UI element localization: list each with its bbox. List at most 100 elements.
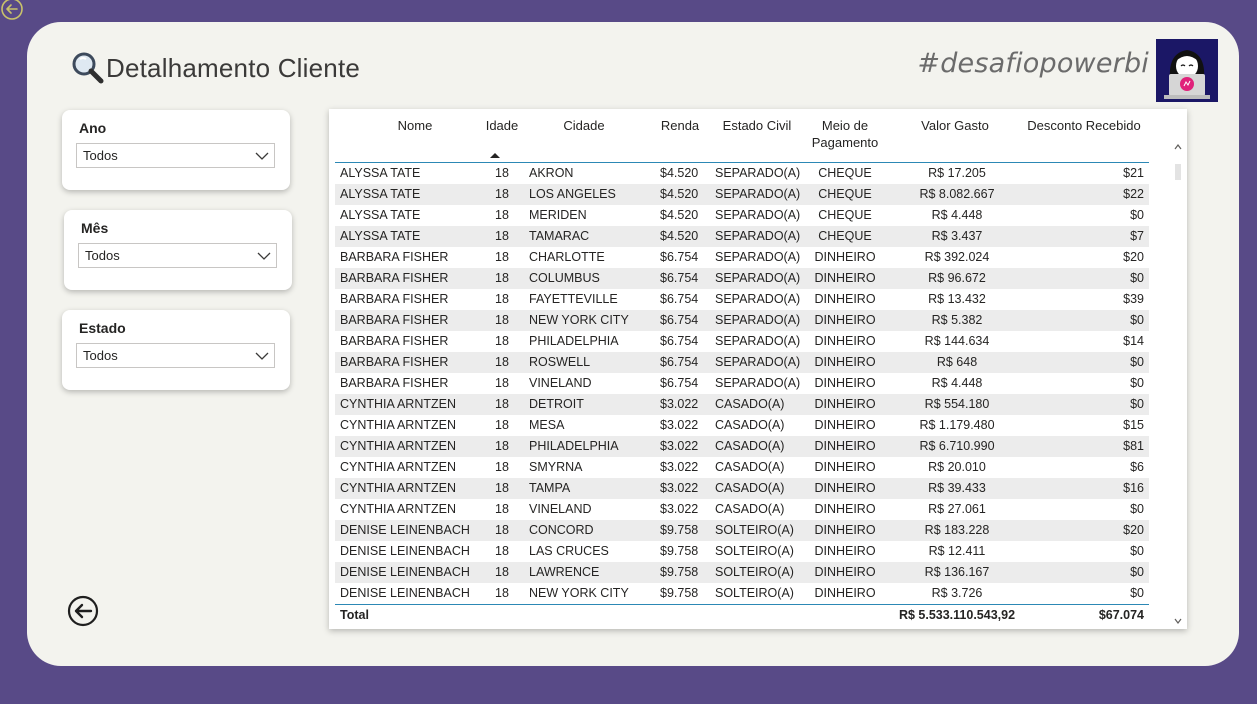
cell-cidade: CONCORD [529,523,594,537]
cell-nome: DENISE LEINENBACH [340,565,470,579]
scroll-thumb[interactable] [1175,164,1181,180]
cell-cidade: FAYETTEVILLE [529,292,618,306]
cell-meio-pagamento: DINHEIRO [814,565,876,579]
cell-desconto: $0 [1130,208,1144,222]
cell-meio-pagamento: DINHEIRO [814,292,876,306]
col-header-desconto[interactable]: Desconto Recebido [1020,117,1148,134]
cell-nome: BARBARA FISHER [340,271,449,285]
cell-estado-civil: SEPARADO(A) [715,271,801,285]
cell-meio-pagamento: CHEQUE [818,166,872,180]
table-row[interactable]: BARBARA FISHER 18 PHILADELPHIA $6.754 SEPARA… [335,331,1149,352]
cell-desconto: $6 [1130,460,1144,474]
cell-renda: $6.754 [660,250,699,264]
corner-back-arrow-icon[interactable] [0,0,24,24]
table-row[interactable]: BARBARA FISHER 18 VINELAND $6.754 SEPARADO(A… [335,373,1149,394]
cell-cidade: ROSWELL [529,355,591,369]
cell-desconto: $7 [1130,229,1144,243]
table-body: ALYSSA TATE 18 AKRON $4.520 SEPARADO(A) CHEQU… [335,163,1149,604]
filter-mes: Mês Todos [64,210,292,290]
filter-ano-label: Ano [79,120,107,136]
cell-valor-gasto: R$ 1.179.480 [919,418,995,432]
cell-valor-gasto: R$ 136.167 [924,565,990,579]
col-header-renda[interactable]: Renda [655,117,705,134]
col-header-valor-gasto[interactable]: Valor Gasto [905,117,1005,134]
cell-cidade: CHARLOTTE [529,250,605,264]
cell-desconto: $16 [1123,481,1144,495]
total-label: Total [340,608,369,622]
filter-estado-dropdown[interactable]: Todos [76,343,275,368]
col-header-meio-pagamento[interactable]: Meio de Pagamento [800,117,890,151]
cell-idade: 18 [495,271,509,285]
cell-valor-gasto: R$ 39.433 [928,481,986,495]
cell-idade: 18 [495,397,509,411]
cell-cidade: LAWRENCE [529,565,600,579]
table-row[interactable]: ALYSSA TATE 18 TAMARAC $4.520 SEPARADO(A) CHE… [335,226,1149,247]
scroll-down-icon[interactable] [1173,616,1183,626]
table-row[interactable]: DENISE LEINENBACH 18 CONCORD $9.758 SOLTEIRO… [335,520,1149,541]
table-row[interactable]: BARBARA FISHER 18 FAYETTEVILLE $6.754 SEPARA… [335,289,1149,310]
filter-ano-dropdown[interactable]: Todos [76,143,275,168]
cell-valor-gasto: R$ 8.082.667 [919,187,995,201]
cell-valor-gasto: R$ 12.411 [928,544,986,558]
table-row[interactable]: BARBARA FISHER 18 NEW YORK CITY $6.754 SEPAR… [335,310,1149,331]
table-row[interactable]: CYNTHIA ARNTZEN 18 SMYRNA $3.022 CASADO(A) DI… [335,457,1149,478]
col-header-estado-civil[interactable]: Estado Civil [715,117,799,134]
cell-renda: $4.520 [660,208,699,222]
cell-desconto: $15 [1123,418,1144,432]
cell-nome: DENISE LEINENBACH [340,586,470,600]
table-row[interactable]: BARBARA FISHER 18 ROSWELL $6.754 SEPARADO(A)… [335,352,1149,373]
chevron-down-icon [257,252,271,260]
filter-mes-dropdown[interactable]: Todos [78,243,277,268]
cell-idade: 18 [495,418,509,432]
cell-meio-pagamento: DINHEIRO [814,334,876,348]
chevron-down-icon [255,152,269,160]
cell-valor-gasto: R$ 96.672 [928,271,986,285]
filter-estado: Estado Todos [62,310,290,390]
table-row[interactable]: CYNTHIA ARNTZEN 18 VINELAND $3.022 CASADO(A)… [335,499,1149,520]
table-row[interactable]: DENISE LEINENBACH 18 LAWRENCE $9.758 SOLTEIR… [335,562,1149,583]
cell-cidade: TAMPA [529,481,571,495]
table-row[interactable]: CYNTHIA ARNTZEN 18 PHILADELPHIA $3.022 CASAD… [335,436,1149,457]
cell-idade: 18 [495,544,509,558]
table-row[interactable]: ALYSSA TATE 18 AKRON $4.520 SEPARADO(A) CHEQU… [335,163,1149,184]
cell-valor-gasto: R$ 648 [936,355,978,369]
table-scrollbar[interactable] [1173,142,1183,630]
col-header-idade[interactable]: Idade [485,117,519,134]
back-arrow-icon[interactable] [67,595,99,627]
cell-desconto: $39 [1123,292,1144,306]
table-row[interactable]: CYNTHIA ARNTZEN 18 TAMPA $3.022 CASADO(A) DIN… [335,478,1149,499]
cell-meio-pagamento: DINHEIRO [814,376,876,390]
cell-valor-gasto: R$ 144.634 [924,334,990,348]
cell-estado-civil: SEPARADO(A) [715,355,801,369]
cell-cidade: LAS CRUCES [529,544,609,558]
col-header-cidade[interactable]: Cidade [549,117,619,134]
cell-nome: DENISE LEINENBACH [340,544,470,558]
cell-idade: 18 [495,187,509,201]
table-row[interactable]: CYNTHIA ARNTZEN 18 MESA $3.022 CASADO(A) DINH… [335,415,1149,436]
table-row[interactable]: BARBARA FISHER 18 COLUMBUS $6.754 SEPARADO(A… [335,268,1149,289]
cell-renda: $9.758 [660,544,699,558]
table-row[interactable]: ALYSSA TATE 18 LOS ANGELES $4.520 SEPARADO(A… [335,184,1149,205]
cell-idade: 18 [495,565,509,579]
cell-meio-pagamento: DINHEIRO [814,418,876,432]
cell-desconto: $0 [1130,502,1144,516]
cell-valor-gasto: R$ 17.205 [928,166,986,180]
customer-detail-table: Nome Idade Cidade Renda Estado Civil Mei… [329,109,1187,629]
col-header-nome[interactable]: Nome [375,117,455,134]
table-row[interactable]: BARBARA FISHER 18 CHARLOTTE $6.754 SEPARADO(… [335,247,1149,268]
cell-cidade: MERIDEN [529,208,587,222]
cell-valor-gasto: R$ 27.061 [928,502,986,516]
table-row[interactable]: DENISE LEINENBACH 18 LAS CRUCES $9.758 SOLTE… [335,541,1149,562]
cell-valor-gasto: R$ 3.726 [931,586,983,600]
cell-renda: $6.754 [660,334,699,348]
cell-renda: $6.754 [660,271,699,285]
table-row[interactable]: ALYSSA TATE 18 MERIDEN $4.520 SEPARADO(A) CHE… [335,205,1149,226]
cell-renda: $4.520 [660,187,699,201]
table-row[interactable]: CYNTHIA ARNTZEN 18 DETROIT $3.022 CASADO(A) D… [335,394,1149,415]
scroll-up-icon[interactable] [1173,142,1183,152]
cell-renda: $6.754 [660,376,699,390]
table-row[interactable]: DENISE LEINENBACH 18 NEW YORK CITY $9.758 SO… [335,583,1149,604]
cell-idade: 18 [495,523,509,537]
total-desconto: $67.074 [1098,608,1144,622]
cell-nome: ALYSSA TATE [340,187,421,201]
